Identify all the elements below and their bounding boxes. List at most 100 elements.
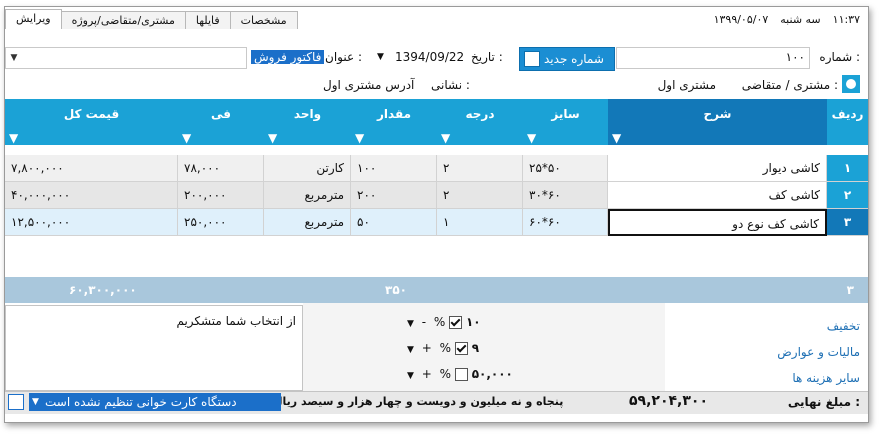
tab-customer-project[interactable]: مشتری/متقاضی/پروژه bbox=[60, 11, 186, 29]
new-number-icon bbox=[524, 51, 540, 67]
chevron-down-icon[interactable]: ▼ bbox=[407, 371, 414, 381]
cell-total[interactable]: ۴۰,۰۰۰,۰۰۰ bbox=[5, 182, 178, 209]
bottom-panel: از انتخاب شما متشکریم تخفیف مالیات و عوا… bbox=[5, 303, 868, 391]
cell-unit[interactable]: کارتن bbox=[264, 155, 351, 182]
other-costs-value[interactable]: ۵۰,۰۰۰ bbox=[472, 367, 513, 381]
cell-quantity[interactable]: ۲۰۰ bbox=[351, 182, 437, 209]
filter-icon[interactable]: ▼ bbox=[527, 131, 537, 145]
other-costs-row: ▼ + % ۵۰,۰۰۰ bbox=[407, 367, 513, 381]
address-value: آدرس مشتری اول bbox=[323, 78, 415, 92]
customer-value[interactable]: مشتری اول bbox=[658, 78, 716, 92]
plus-sign[interactable]: + bbox=[422, 367, 432, 381]
calculator-icon[interactable] bbox=[8, 394, 24, 410]
title-field[interactable]: فاکتور فروش bbox=[251, 50, 325, 64]
tax-label[interactable]: مالیات و عوارض bbox=[777, 345, 860, 359]
cell-unit[interactable]: مترمربع bbox=[264, 209, 351, 236]
tab-files[interactable]: فایلها bbox=[184, 11, 231, 29]
tab-edit[interactable]: ویرایش bbox=[5, 9, 62, 29]
extra-combo[interactable]: ▼ bbox=[5, 47, 247, 69]
col-header-quantity[interactable]: مقدار ▼ bbox=[351, 99, 437, 145]
col-header-row-index[interactable]: ردیف bbox=[827, 99, 868, 145]
note-box[interactable]: از انتخاب شما متشکریم bbox=[5, 305, 303, 391]
cell-total[interactable]: ۱۲,۵۰۰,۰۰۰ bbox=[5, 209, 178, 236]
col-header-unit[interactable]: واحد ▼ bbox=[264, 99, 351, 145]
filter-icon[interactable]: ▼ bbox=[268, 131, 278, 145]
other-costs-label[interactable]: سایر هزینه ها bbox=[792, 371, 860, 385]
new-number-label: شماره جدید bbox=[544, 52, 604, 66]
discount-percent-checkbox[interactable] bbox=[449, 316, 463, 329]
filter-icon[interactable]: ▼ bbox=[355, 131, 365, 145]
minus-sign[interactable]: - bbox=[422, 315, 426, 329]
date-dropdown-icon[interactable]: ▼ bbox=[377, 52, 384, 62]
top-bar: ویرایش مشتری/متقاضی/پروژه فایلها مشخصات … bbox=[5, 7, 868, 29]
clock-time: ۱۱:۳۷ bbox=[832, 13, 860, 26]
cell-description[interactable]: کاشی دیوار bbox=[608, 155, 827, 182]
new-number-button[interactable]: شماره جدید bbox=[519, 47, 615, 71]
cell-unit[interactable]: مترمربع bbox=[264, 182, 351, 209]
footer-price-total: ۶۰,۳۰۰,۰۰۰ bbox=[69, 283, 137, 297]
chevron-down-icon: ▼ bbox=[10, 53, 18, 63]
footer-quantity-total: ۳۵۰ bbox=[385, 283, 407, 297]
cell-total[interactable]: ۷,۸۰۰,۰۰۰ bbox=[5, 155, 178, 182]
cell-quantity[interactable]: ۵۰ bbox=[351, 209, 437, 236]
filter-icon[interactable]: ▼ bbox=[182, 131, 192, 145]
card-reader-status: دستگاه کارت خوانی تنظیم نشده است bbox=[45, 395, 237, 409]
cell-grade[interactable]: ۲ bbox=[437, 155, 523, 182]
col-header-size[interactable]: سایز ▼ bbox=[523, 99, 608, 145]
other-percent-checkbox[interactable] bbox=[454, 368, 468, 381]
title-value: فاکتور فروش bbox=[251, 50, 325, 64]
cell-description-active[interactable]: کاشی کف نوع دو bbox=[608, 209, 827, 236]
tab-specs[interactable]: مشخصات bbox=[229, 11, 298, 29]
chevron-down-icon[interactable]: ▼ bbox=[407, 319, 414, 329]
col-header-total[interactable]: قیمت کل ▼ bbox=[5, 99, 178, 145]
note-text: از انتخاب شما متشکریم bbox=[176, 314, 296, 328]
customer-icon[interactable] bbox=[842, 75, 860, 93]
tax-row: ▼ + % ۹ bbox=[407, 341, 479, 355]
card-reader-combo[interactable]: ▼ دستگاه کارت خوانی تنظیم نشده است bbox=[29, 393, 281, 411]
cell-size[interactable]: ۶۰*۶۰ bbox=[523, 209, 608, 236]
discount-row: ▼ - % ۱۰ bbox=[407, 315, 481, 329]
status-bar: مبلغ نهایی : ۵۹,۲۰۴,۳۰۰ پنجاه و نه میلیو… bbox=[5, 391, 868, 414]
row-number[interactable]: ۳ bbox=[827, 209, 868, 236]
row-number[interactable]: ۱ bbox=[827, 155, 868, 182]
filter-icon[interactable]: ▼ bbox=[612, 131, 622, 145]
row-number[interactable]: ۲ bbox=[827, 182, 868, 209]
number-field[interactable]: ۱۰۰ bbox=[616, 47, 810, 69]
col-header-grade[interactable]: درجه ▼ bbox=[437, 99, 523, 145]
footer-count: ۳ bbox=[846, 283, 854, 297]
number-label: شماره : bbox=[819, 50, 860, 64]
cell-description[interactable]: کاشی کف bbox=[608, 182, 827, 209]
weekday: سه شنبه bbox=[780, 13, 821, 26]
cell-price[interactable]: ۷۸,۰۰۰ bbox=[178, 155, 264, 182]
cell-grade[interactable]: ۲ bbox=[437, 182, 523, 209]
invoice-window: ویرایش مشتری/متقاضی/پروژه فایلها مشخصات … bbox=[4, 6, 869, 423]
cell-grade[interactable]: ۱ bbox=[437, 209, 523, 236]
tax-percent-checkbox[interactable] bbox=[454, 342, 468, 355]
tax-value[interactable]: ۹ bbox=[472, 341, 479, 355]
percent-sign: % bbox=[433, 315, 446, 329]
cell-size[interactable]: ۲۵*۵۰ bbox=[523, 155, 608, 182]
filter-icon[interactable]: ▼ bbox=[441, 131, 451, 145]
percent-sign: % bbox=[439, 367, 452, 381]
filter-icon[interactable]: ▼ bbox=[9, 131, 19, 145]
discount-label[interactable]: تخفیف bbox=[827, 319, 860, 333]
customer-label: مشتری / متقاضی : bbox=[741, 78, 838, 92]
datetime: ۱۱:۳۷ سه شنبه ۱۳۹۹/۰۵/۰۷ bbox=[702, 13, 860, 26]
cell-quantity[interactable]: ۱۰۰ bbox=[351, 155, 437, 182]
chevron-down-icon[interactable]: ▼ bbox=[407, 345, 414, 355]
cell-size[interactable]: ۳۰*۶۰ bbox=[523, 182, 608, 209]
plus-sign[interactable]: + bbox=[422, 341, 432, 355]
title-label: عنوان : bbox=[325, 50, 362, 64]
tab-strip: ویرایش مشتری/متقاضی/پروژه فایلها مشخصات bbox=[5, 9, 298, 29]
col-header-description[interactable]: شرح ▼ bbox=[608, 99, 827, 145]
number-value: ۱۰۰ bbox=[785, 50, 805, 64]
col-header-price[interactable]: فی ▼ bbox=[178, 99, 264, 145]
date: ۱۳۹۹/۰۵/۰۷ bbox=[713, 13, 769, 26]
final-amount-value: ۵۹,۲۰۴,۳۰۰ bbox=[629, 393, 708, 409]
amount-in-words: پنجاه و نه میلیون و دویست و چهار هزار و … bbox=[273, 395, 564, 408]
final-amount-label: مبلغ نهایی : bbox=[787, 395, 860, 409]
date-value[interactable]: 1394/09/22 bbox=[395, 50, 464, 64]
cell-price[interactable]: ۲۵۰,۰۰۰ bbox=[178, 209, 264, 236]
cell-price[interactable]: ۲۰۰,۰۰۰ bbox=[178, 182, 264, 209]
discount-value[interactable]: ۱۰ bbox=[466, 315, 481, 329]
